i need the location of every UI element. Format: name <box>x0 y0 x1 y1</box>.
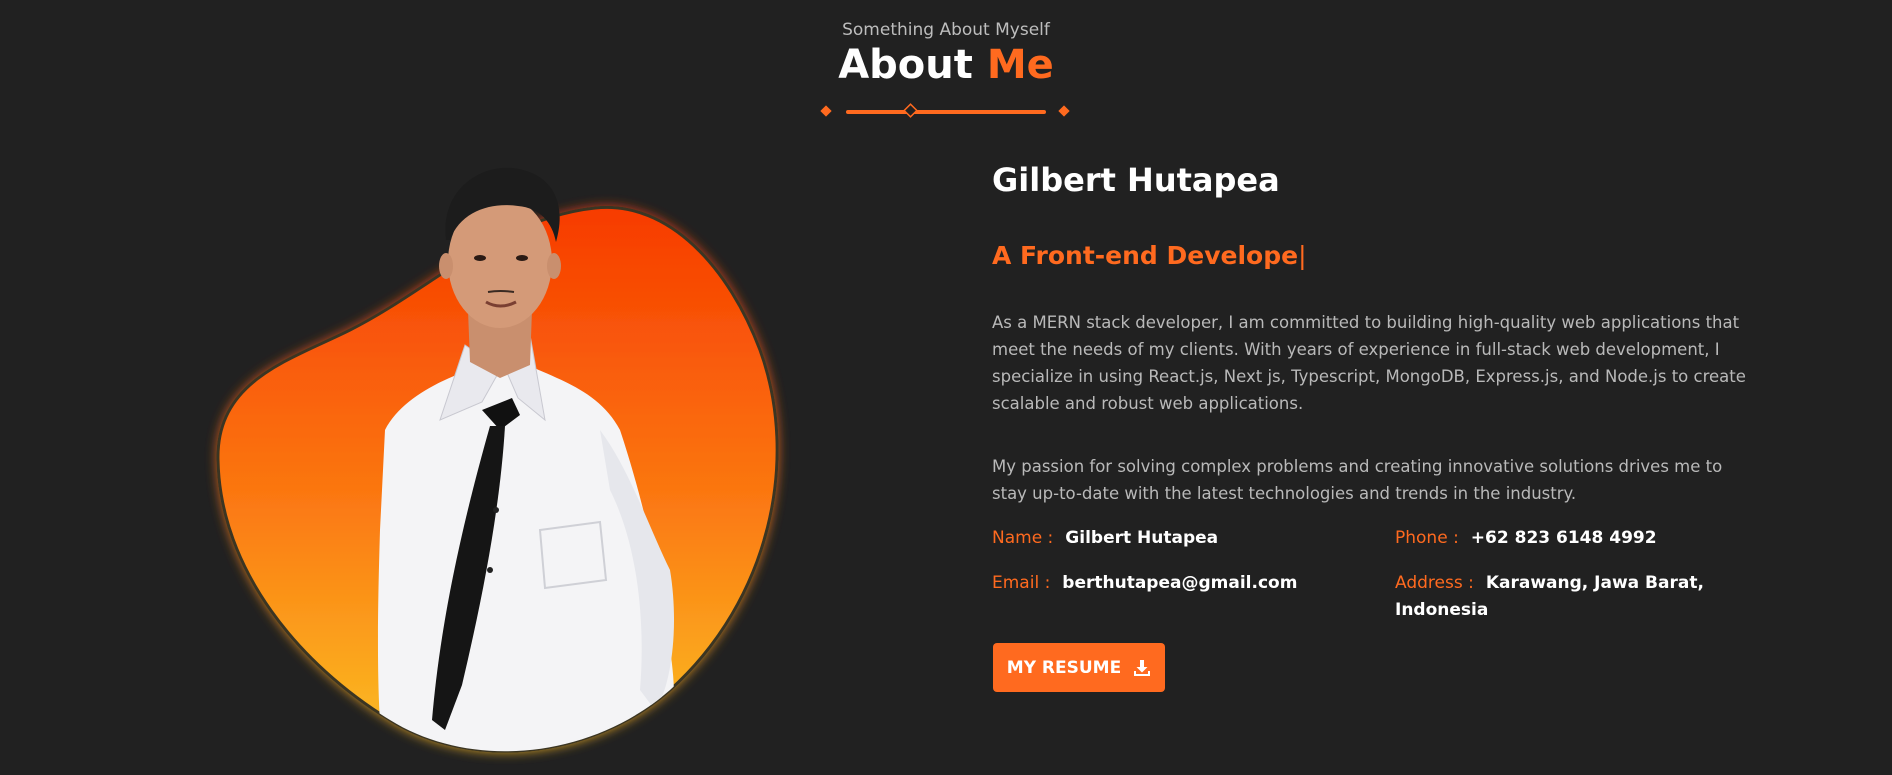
info-name-label: Name : <box>992 528 1054 548</box>
info-phone: Phone : +62 823 6148 4992 <box>1395 525 1657 552</box>
my-resume-button[interactable]: MY RESUME <box>993 643 1165 692</box>
info-phone-value: +62 823 6148 4992 <box>1470 528 1657 548</box>
info-email-value: berthutapea@gmail.com <box>1062 573 1298 593</box>
about-section: Something About Myself About Me Gilbert … <box>0 0 1892 775</box>
info-email: Email : berthutapea@gmail.com <box>992 570 1297 597</box>
section-title: About Me <box>0 42 1892 88</box>
bio-paragraph-1: As a MERN stack developer, I am committe… <box>992 313 1746 413</box>
section-title-accent: Me <box>986 42 1054 88</box>
section-subheading: Something About Myself <box>842 20 1050 40</box>
info-name-value: Gilbert Hutapea <box>1065 528 1219 548</box>
section-title-main: About <box>838 42 973 88</box>
info-email-label: Email : <box>992 573 1051 593</box>
download-icon <box>1134 659 1151 676</box>
profile-role: A Front-end Develope| <box>992 241 1307 270</box>
info-address: Address : Karawang, Jawa Barat, Indonesia <box>1395 570 1715 624</box>
title-divider-icon <box>820 103 1070 118</box>
profile-photo <box>216 167 779 753</box>
profile-name-heading: Gilbert Hutapea <box>992 161 1280 199</box>
info-address-label: Address : <box>1395 573 1474 593</box>
info-phone-label: Phone : <box>1395 528 1459 548</box>
typing-text: A Front-end Develope <box>992 241 1299 270</box>
bio-paragraph-2: My passion for solving complex problems … <box>992 457 1723 503</box>
resume-button-label: MY RESUME <box>1006 657 1122 678</box>
typing-caret: | <box>1298 241 1307 270</box>
info-name: Name : Gilbert Hutapea <box>992 525 1218 552</box>
